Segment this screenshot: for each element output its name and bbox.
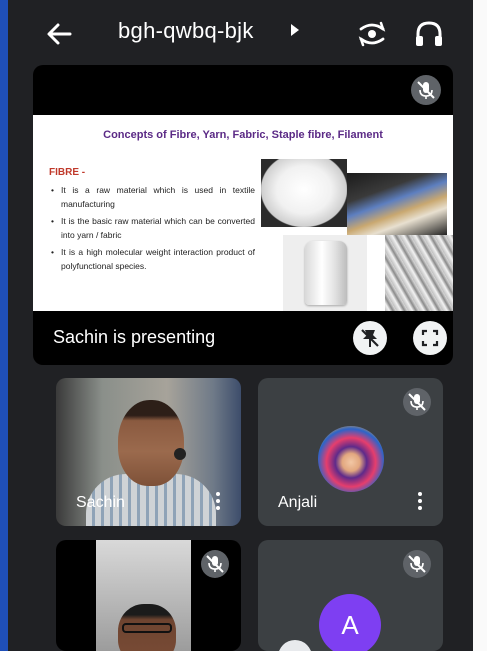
- mic-off-icon: [201, 550, 229, 578]
- participant-tile-a[interactable]: A: [258, 540, 443, 651]
- avatar-initial: A: [319, 594, 381, 651]
- fullscreen-button[interactable]: [413, 321, 447, 355]
- slide: Concepts of Fibre, Yarn, Fabric, Staple …: [33, 115, 453, 311]
- fibres-image: [347, 173, 447, 235]
- slide-title: Concepts of Fibre, Yarn, Fabric, Staple …: [103, 129, 383, 141]
- more-options-icon[interactable]: [417, 492, 423, 512]
- more-options-icon[interactable]: [215, 492, 221, 512]
- avatar: [318, 426, 384, 492]
- slide-bullet: It is a raw material which is used in te…: [49, 183, 255, 211]
- window-border-right: [473, 0, 487, 651]
- meeting-code[interactable]: bgh-qwbq-bjk: [118, 18, 254, 44]
- slide-bullet: It is a high molecular weight interactio…: [49, 245, 255, 273]
- slide-bullet: It is the basic raw material which can b…: [49, 214, 255, 242]
- yarn-cone-image: [283, 235, 367, 311]
- switch-camera-icon[interactable]: [355, 18, 389, 50]
- headphones-icon[interactable]: [412, 18, 446, 50]
- slide-heading: FIBRE -: [49, 167, 86, 178]
- window-border: [0, 0, 8, 651]
- video-feed-face: [118, 400, 184, 486]
- chevron-right-icon[interactable]: [291, 24, 299, 36]
- participant-name: Anjali: [278, 494, 318, 511]
- presenter-label: Sachin is presenting: [53, 327, 216, 347]
- twisted-yarn-image: [385, 235, 453, 311]
- unpin-button[interactable]: [353, 321, 387, 355]
- participant-name: Sachin: [76, 494, 125, 511]
- presentation-panel[interactable]: Concepts of Fibre, Yarn, Fabric, Staple …: [33, 65, 453, 365]
- mic-off-icon: [403, 550, 431, 578]
- headset: [174, 448, 186, 460]
- back-arrow-icon[interactable]: [42, 18, 76, 50]
- mic-off-icon: [411, 75, 441, 105]
- participant-tile-sachin[interactable]: Sachin: [56, 378, 241, 526]
- participant-tile-video[interactable]: [56, 540, 241, 651]
- cotton-image: [261, 159, 347, 227]
- glasses: [122, 623, 172, 633]
- participant-tile-anjali[interactable]: Anjali: [258, 378, 443, 526]
- presentation-footer: Sachin is presenting: [33, 311, 453, 365]
- top-bar: bgh-qwbq-bjk: [8, 0, 473, 68]
- meet-screen: bgh-qwbq-bjk Concepts of Fibre, Yarn, Fa…: [8, 0, 473, 651]
- slide-bullet-list: It is a raw material which is used in te…: [49, 183, 255, 276]
- mic-off-icon: [403, 388, 431, 416]
